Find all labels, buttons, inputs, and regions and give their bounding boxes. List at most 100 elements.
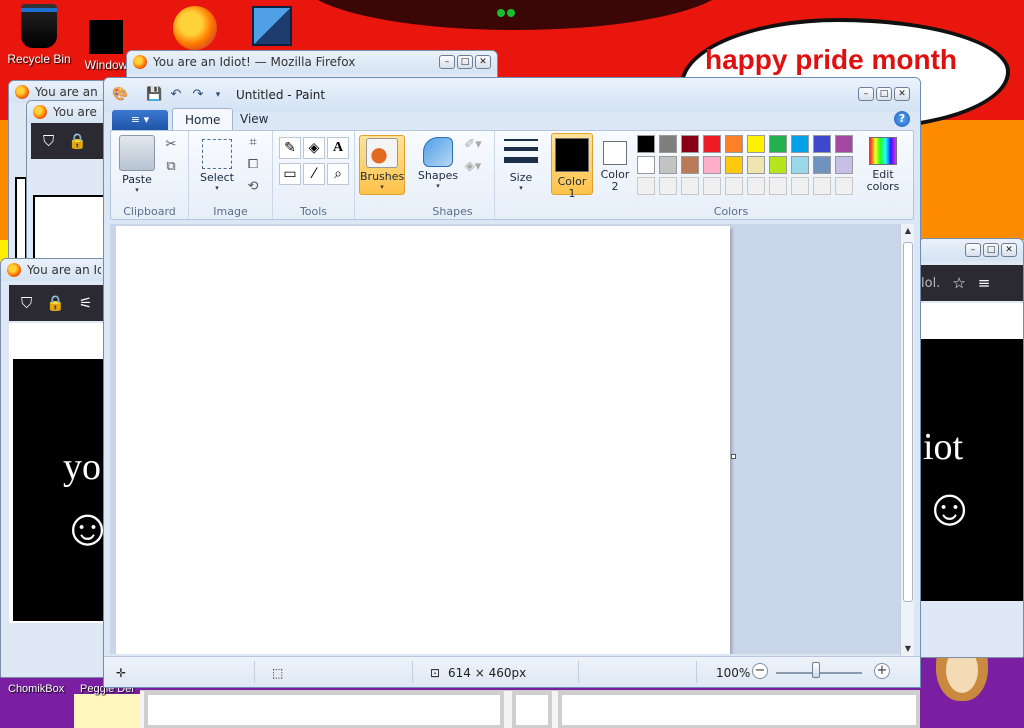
zoom-slider-thumb[interactable] — [812, 662, 820, 678]
hamburger-menu-icon[interactable]: ≡ — [978, 274, 991, 292]
paint-title-bar[interactable]: 🎨 💾 ↶ ↷ ▾ Untitled - Paint – □ ✕ — [104, 78, 920, 112]
palette-swatch[interactable] — [835, 135, 853, 153]
desktop-icon-recycle-bin[interactable]: Recycle Bin — [4, 4, 74, 66]
tab-home[interactable]: Home — [172, 108, 234, 130]
recycle-bin-icon — [21, 4, 57, 48]
color-picker-icon[interactable]: ⁄ — [303, 163, 325, 185]
maximize-button[interactable]: □ — [876, 87, 892, 101]
fill-icon[interactable]: ◈ — [303, 137, 325, 159]
save-icon[interactable]: 💾 — [146, 87, 162, 103]
palette-swatch[interactable] — [747, 177, 765, 195]
resize-handle[interactable] — [731, 454, 736, 459]
palette-swatch[interactable] — [703, 135, 721, 153]
file-menu-button[interactable]: ≡ ▾ — [112, 110, 168, 130]
lock-icon[interactable]: 🔒 — [68, 132, 87, 150]
firefox-toolbar: lol. ☆ ≡ — [919, 265, 1023, 301]
resize-icon[interactable]: ⧠ — [243, 155, 263, 175]
palette-swatch[interactable] — [637, 156, 655, 174]
firefox-window-right[interactable]: – □ ✕ lol. ☆ ≡ iot ☺ — [918, 238, 1024, 658]
size-button[interactable]: Size ▾ — [499, 135, 543, 192]
eraser-icon[interactable]: ▭ — [279, 163, 301, 185]
palette-swatch[interactable] — [747, 156, 765, 174]
close-button[interactable]: ✕ — [475, 55, 491, 69]
scroll-thumb[interactable] — [903, 242, 913, 602]
palette-swatch[interactable] — [791, 135, 809, 153]
cut-icon[interactable]: ✂ — [161, 135, 181, 155]
palette-swatch[interactable] — [659, 135, 677, 153]
palette-swatch[interactable] — [681, 156, 699, 174]
palette-swatch[interactable] — [703, 177, 721, 195]
palette-swatch[interactable] — [659, 156, 677, 174]
permissions-icon[interactable]: ⚟ — [79, 294, 92, 312]
select-button[interactable]: Select ▾ — [195, 135, 239, 192]
help-icon[interactable]: ? — [894, 111, 910, 127]
color2-button[interactable]: Color 2 — [595, 133, 635, 195]
palette-swatch[interactable] — [681, 135, 699, 153]
palette-swatch[interactable] — [703, 156, 721, 174]
fill-shape-icon[interactable]: ◈▾ — [463, 157, 483, 177]
copy-icon[interactable]: ⧉ — [161, 157, 181, 177]
shapes-icon — [423, 137, 453, 167]
desktop-icon-firefox[interactable] — [170, 6, 220, 54]
text-tool-icon[interactable]: A — [327, 137, 349, 159]
palette-swatch[interactable] — [791, 156, 809, 174]
zoom-in-button[interactable]: + — [874, 663, 890, 679]
drawing-canvas[interactable] — [116, 226, 730, 654]
scroll-down-icon[interactable]: ▼ — [901, 642, 915, 656]
minimize-button[interactable]: – — [965, 243, 981, 257]
desktop-label-chomikbox[interactable]: ChomikBox — [8, 683, 64, 695]
firefox-window-left-3[interactable]: You are an Idi ⛉ 🔒 ⚟ yo ☺ — [0, 258, 108, 678]
paste-label: Paste — [122, 173, 152, 186]
palette-swatch[interactable] — [725, 156, 743, 174]
undo-icon[interactable]: ↶ — [168, 87, 184, 103]
zoom-out-button[interactable]: − — [752, 663, 768, 679]
customize-qat-icon[interactable]: ▾ — [210, 87, 226, 103]
edit-colors-button[interactable]: Edit colors — [861, 133, 905, 193]
minimize-button[interactable]: – — [439, 55, 455, 69]
firefox-window-left-2[interactable]: You are a ⛉ 🔒 — [26, 100, 108, 260]
magnifier-icon[interactable]: ⌕ — [327, 163, 349, 185]
palette-swatch[interactable] — [637, 177, 655, 195]
palette-swatch[interactable] — [813, 156, 831, 174]
maximize-button[interactable]: □ — [457, 55, 473, 69]
maximize-button[interactable]: □ — [983, 243, 999, 257]
palette-swatch[interactable] — [835, 177, 853, 195]
color1-button[interactable]: Color 1 — [551, 133, 593, 200]
scroll-up-icon[interactable]: ▲ — [901, 224, 915, 238]
outline-icon[interactable]: ✐▾ — [463, 135, 483, 155]
shield-icon[interactable]: ⛉ — [43, 132, 54, 150]
vertical-scrollbar[interactable]: ▲ ▼ — [900, 224, 914, 656]
rotate-icon[interactable]: ⟲ — [243, 177, 263, 197]
pencil-icon[interactable]: ✎ — [279, 137, 301, 159]
palette-swatch[interactable] — [769, 177, 787, 195]
close-button[interactable]: ✕ — [1001, 243, 1017, 257]
shield-icon[interactable]: ⛉ — [21, 294, 32, 312]
palette-swatch[interactable] — [791, 177, 809, 195]
desktop-icon-virtualbox[interactable] — [250, 6, 294, 50]
idiot-page-content: iot ☺ — [919, 339, 1023, 601]
paint-window[interactable]: 🎨 💾 ↶ ↷ ▾ Untitled - Paint – □ ✕ ≡ ▾ Hom… — [103, 77, 921, 688]
paste-button[interactable]: Paste ▾ — [117, 135, 157, 194]
shapes-button[interactable]: Shapes ▾ — [417, 135, 459, 190]
brushes-button[interactable]: Brushes ▾ — [359, 135, 405, 195]
lock-icon[interactable]: 🔒 — [46, 294, 65, 312]
palette-swatch[interactable] — [681, 177, 699, 195]
redo-icon[interactable]: ↷ — [190, 87, 206, 103]
palette-swatch[interactable] — [637, 135, 655, 153]
crop-icon[interactable]: ⌗ — [243, 133, 263, 153]
group-label: Colors — [713, 205, 749, 218]
palette-swatch[interactable] — [725, 177, 743, 195]
palette-swatch[interactable] — [769, 156, 787, 174]
palette-swatch[interactable] — [725, 135, 743, 153]
palette-swatch[interactable] — [659, 177, 677, 195]
palette-swatch[interactable] — [813, 135, 831, 153]
tab-view[interactable]: View — [228, 108, 280, 130]
close-button[interactable]: ✕ — [894, 87, 910, 101]
yellow-desktop-patch — [74, 694, 140, 728]
bookmark-star-icon[interactable]: ☆ — [952, 274, 965, 292]
palette-swatch[interactable] — [769, 135, 787, 153]
minimize-button[interactable]: – — [858, 87, 874, 101]
palette-swatch[interactable] — [835, 156, 853, 174]
palette-swatch[interactable] — [813, 177, 831, 195]
palette-swatch[interactable] — [747, 135, 765, 153]
